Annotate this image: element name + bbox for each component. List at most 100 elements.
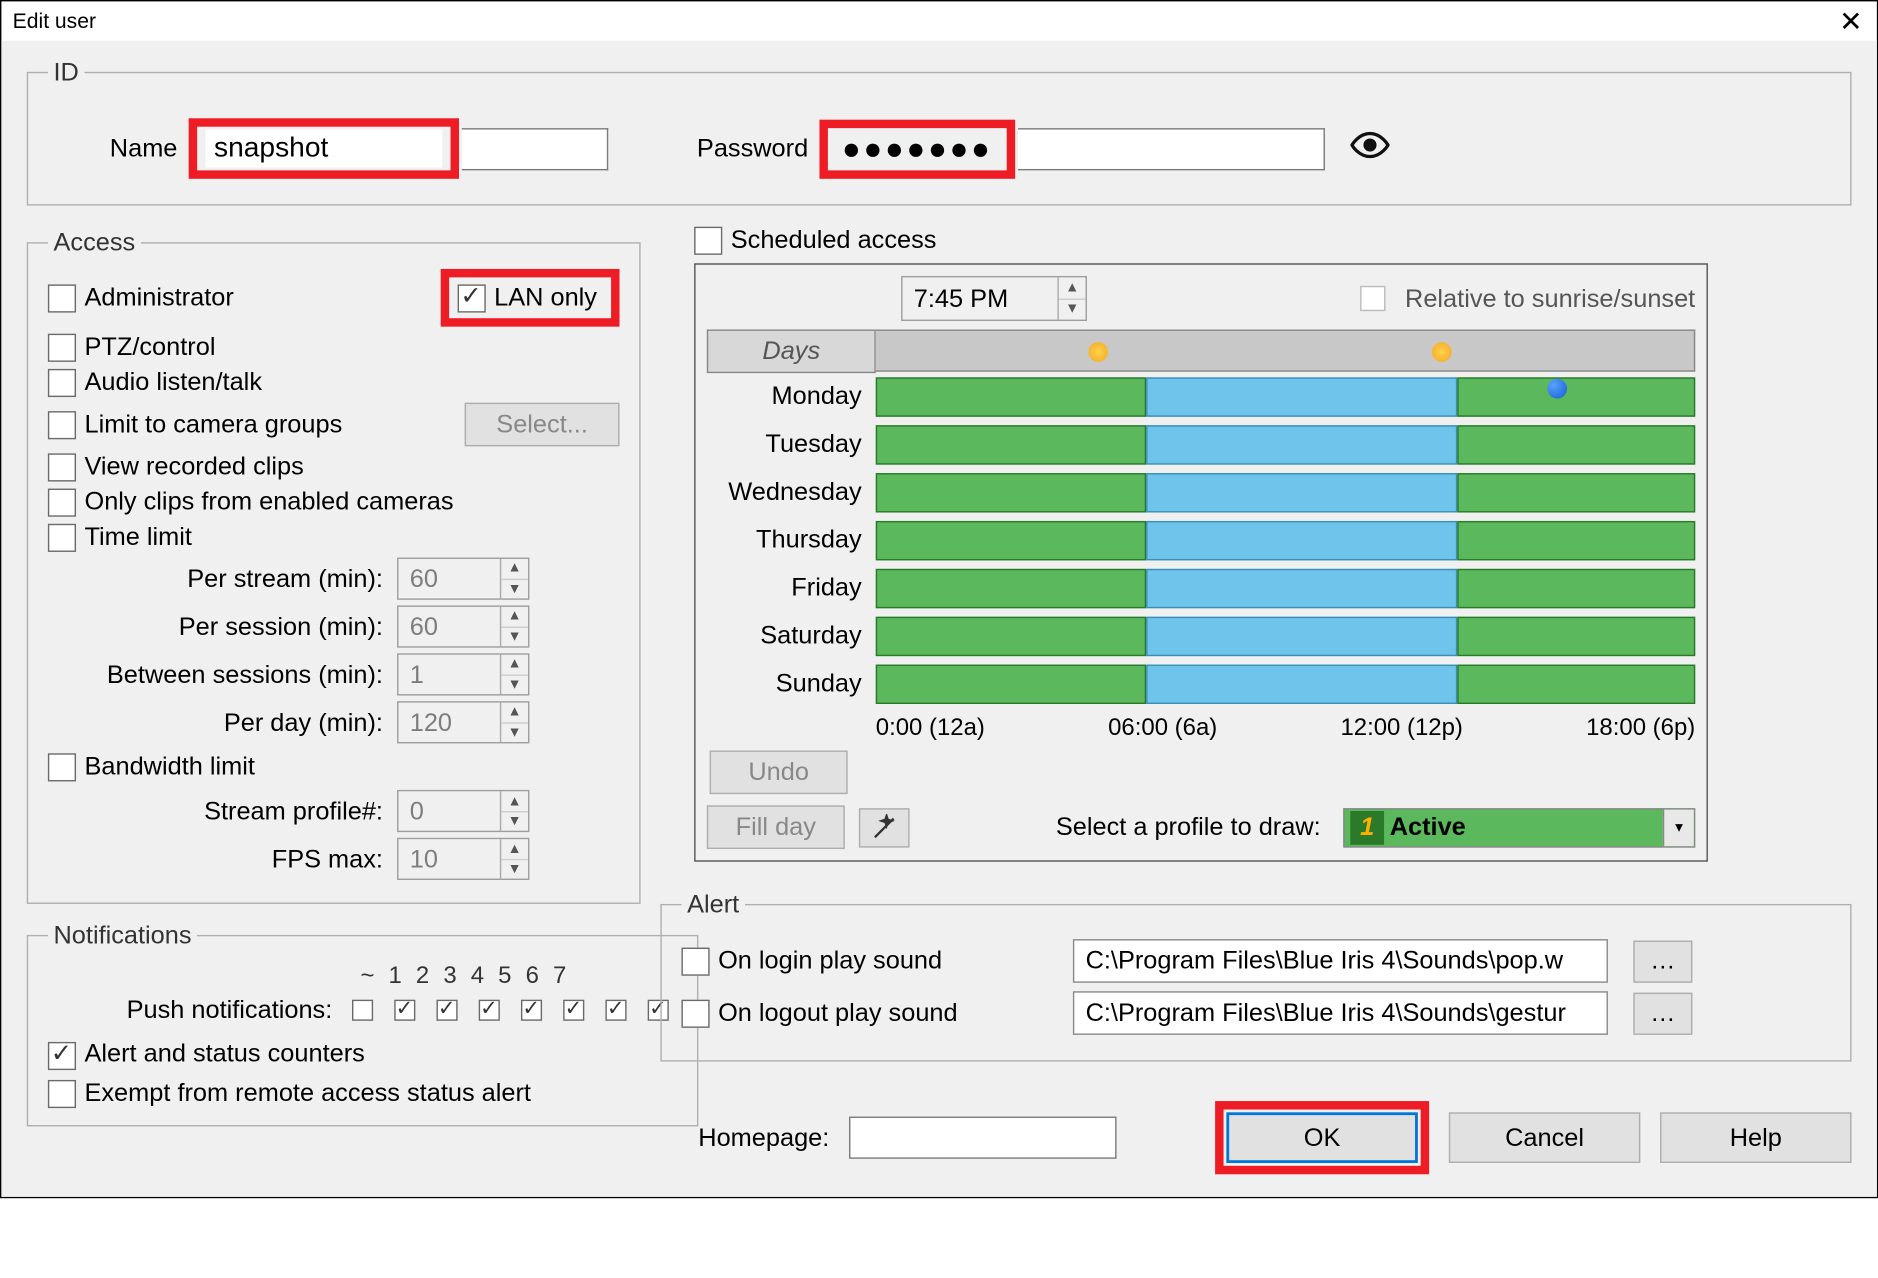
push-checkbox-4[interactable] [521, 1000, 542, 1021]
homepage-input[interactable] [849, 1117, 1117, 1159]
audio-checkbox[interactable] [48, 368, 76, 396]
select-groups-button[interactable]: Select... [465, 403, 620, 447]
enabled-cameras-checkbox[interactable] [48, 488, 76, 516]
login-sound-browse-button[interactable]: … [1633, 940, 1692, 982]
timeline-row[interactable] [876, 565, 1695, 613]
notif-header: 7 [553, 962, 566, 990]
limit-groups-label: Limit to camera groups [84, 410, 342, 440]
lan-only-label: LAN only [494, 283, 597, 313]
timeline-row[interactable] [876, 373, 1695, 421]
relative-checkbox[interactable] [1360, 286, 1385, 311]
stream-profile-spinner[interactable]: 0▲▼ [397, 790, 529, 832]
profile-select[interactable]: 1 Active ▾ [1343, 807, 1695, 846]
push-checkbox-1[interactable] [394, 1000, 415, 1021]
per-session-label: Per session (min): [48, 612, 397, 642]
relative-label: Relative to sunrise/sunset [1405, 284, 1695, 314]
push-checkbox-6[interactable] [605, 1000, 626, 1021]
enabled-cameras-label: Only clips from enabled cameras [84, 487, 453, 517]
administrator-label: Administrator [84, 283, 233, 313]
limit-groups-checkbox[interactable] [48, 410, 76, 438]
window-title: Edit user [13, 9, 96, 33]
magic-wand-button[interactable] [859, 807, 910, 846]
administrator-checkbox[interactable] [48, 284, 76, 312]
ok-highlight: OK [1215, 1101, 1429, 1174]
push-checkboxes [352, 1000, 677, 1021]
notif-header: 6 [526, 962, 539, 990]
day-label: Friday [707, 565, 876, 613]
timeline-row[interactable] [876, 660, 1695, 708]
login-sound-path[interactable]: C:\Program Files\Blue Iris 4\Sounds\pop.… [1073, 939, 1608, 983]
lan-only-checkbox[interactable] [458, 284, 486, 312]
id-group: ID Name Password ●●●●●●● [27, 58, 1852, 206]
timeline-row[interactable] [876, 517, 1695, 565]
notif-header: 1 [389, 962, 402, 990]
name-input[interactable] [206, 130, 443, 168]
schedule-time-spinner[interactable]: 7:45 PM▲▼ [901, 276, 1087, 321]
logout-sound-path[interactable]: C:\Program Files\Blue Iris 4\Sounds\gest… [1073, 991, 1608, 1035]
name-input-ext[interactable] [462, 127, 608, 169]
day-label: Saturday [707, 612, 876, 660]
alert-counters-label: Alert and status counters [84, 1039, 364, 1067]
per-stream-spinner[interactable]: 60▲▼ [397, 558, 529, 600]
notif-header: 2 [416, 962, 429, 990]
id-legend: ID [48, 58, 85, 88]
alert-counters-checkbox[interactable] [48, 1041, 76, 1069]
login-sound-checkbox[interactable] [681, 947, 709, 975]
logout-sound-checkbox[interactable] [681, 999, 709, 1027]
notif-header: 4 [471, 962, 484, 990]
fill-day-button[interactable]: Fill day [707, 805, 845, 849]
per-day-spinner[interactable]: 120▲▼ [397, 701, 529, 743]
push-label: Push notifications: [48, 996, 346, 1026]
close-icon[interactable]: ✕ [1839, 4, 1863, 39]
notif-header: 3 [443, 962, 456, 990]
scheduled-access-checkbox[interactable] [694, 226, 722, 254]
axis-tick: 06:00 (6a) [1108, 714, 1217, 742]
day-label: Tuesday [707, 421, 876, 469]
axis-tick: 0:00 (12a) [876, 714, 985, 742]
per-session-spinner[interactable]: 60▲▼ [397, 605, 529, 647]
help-button[interactable]: Help [1660, 1112, 1851, 1163]
sunrise-icon [1088, 342, 1108, 362]
ptz-label: PTZ/control [84, 332, 215, 362]
exempt-label: Exempt from remote access status alert [84, 1078, 530, 1106]
fps-spinner[interactable]: 10▲▼ [397, 838, 529, 880]
between-spinner[interactable]: 1▲▼ [397, 653, 529, 695]
days-header[interactable]: Days [707, 329, 876, 373]
up-arrow-icon: ▲ [501, 559, 528, 579]
name-highlight [189, 118, 459, 179]
titlebar: Edit user ✕ [1, 1, 1876, 40]
notif-header: 5 [498, 962, 511, 990]
exempt-checkbox[interactable] [48, 1080, 76, 1108]
sunset-icon [1432, 342, 1452, 362]
profile-active-label: Active [1390, 812, 1663, 842]
push-checkbox-0[interactable] [352, 1000, 373, 1021]
reveal-password-icon[interactable] [1350, 125, 1389, 171]
per-day-label: Per day (min): [48, 708, 397, 738]
fps-label: FPS max: [48, 844, 397, 874]
day-label: Thursday [707, 517, 876, 565]
view-clips-checkbox[interactable] [48, 453, 76, 481]
ok-button[interactable]: OK [1226, 1112, 1417, 1163]
bandwidth-checkbox[interactable] [48, 754, 76, 782]
timeline-row[interactable] [876, 421, 1695, 469]
logout-sound-browse-button[interactable]: … [1633, 992, 1692, 1034]
password-mask: ●●●●●●● [834, 130, 1002, 167]
bandwidth-label: Bandwidth limit [84, 752, 254, 780]
ptz-checkbox[interactable] [48, 333, 76, 361]
push-checkbox-5[interactable] [563, 1000, 584, 1021]
password-input[interactable] [1018, 127, 1325, 169]
cancel-button[interactable]: Cancel [1449, 1112, 1640, 1163]
audio-label: Audio listen/talk [84, 367, 262, 397]
timeline-row[interactable] [876, 469, 1695, 517]
axis-tick: 12:00 (12p) [1340, 714, 1462, 742]
push-checkbox-3[interactable] [479, 1000, 500, 1021]
undo-button[interactable]: Undo [710, 750, 848, 794]
select-profile-label: Select a profile to draw: [924, 812, 1330, 842]
push-checkbox-2[interactable] [436, 1000, 457, 1021]
timeline-row[interactable] [876, 612, 1695, 660]
scheduled-access-label: Scheduled access [731, 225, 937, 255]
time-limit-checkbox[interactable] [48, 523, 76, 551]
time-limit-label: Time limit [84, 522, 191, 552]
alert-group: Alert On login play sound C:\Program Fil… [660, 890, 1851, 1062]
access-legend: Access [48, 228, 141, 258]
